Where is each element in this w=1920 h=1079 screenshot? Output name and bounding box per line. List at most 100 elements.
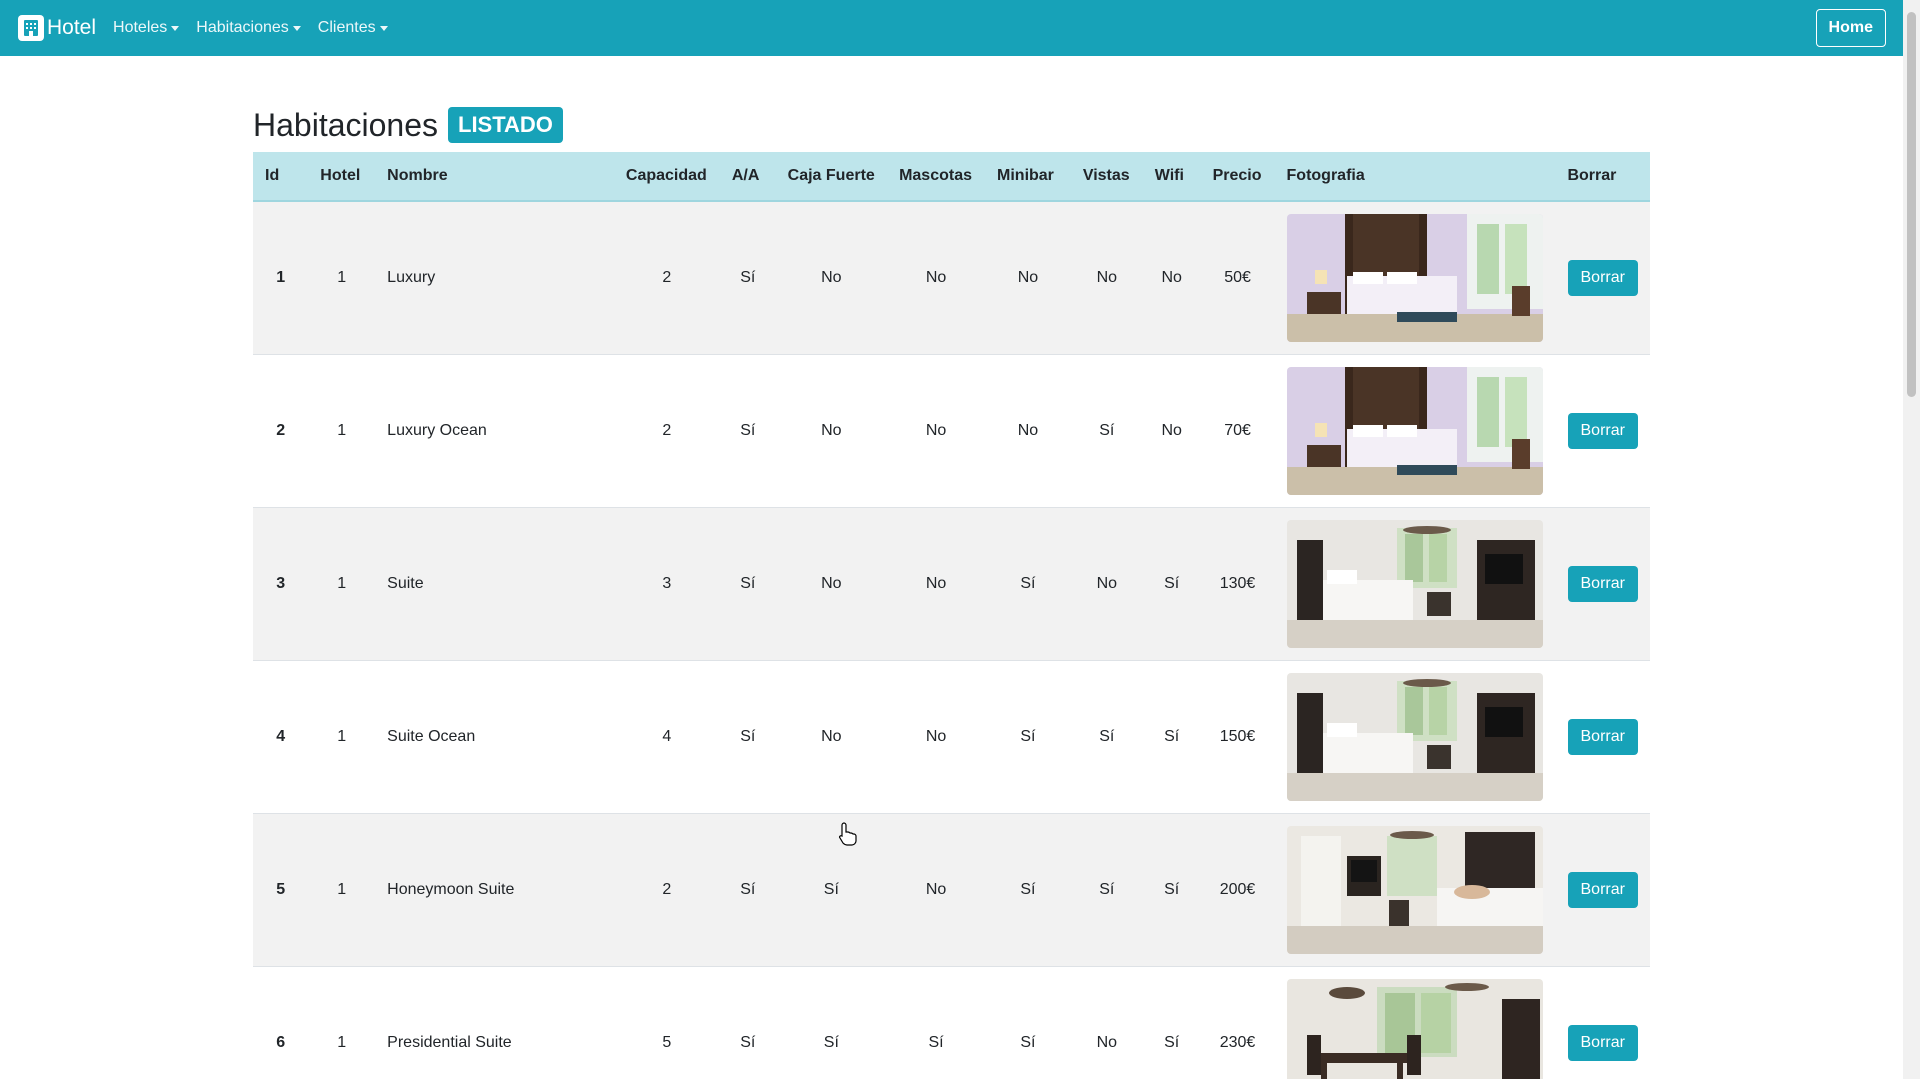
cell-caja-fuerte: No [821, 421, 842, 439]
scrollbar-thumb[interactable] [1907, 12, 1916, 397]
cell-vistas: No [1096, 1033, 1118, 1051]
page-header: Habitaciones LISTADO [253, 105, 1650, 145]
cell-id: 6 [276, 1033, 286, 1051]
borrar-button[interactable]: Borrar [1567, 1024, 1638, 1061]
top-navbar: Hotel Hoteles Habitaciones Clientes Home [0, 0, 1903, 56]
hotel-logo-icon [18, 15, 44, 41]
col-header-capacidad: Capacidad [613, 152, 720, 202]
cell-borrar: Borrar [1555, 354, 1650, 507]
borrar-button[interactable]: Borrar [1567, 718, 1638, 755]
cell-nombre: Suite Ocean [387, 727, 476, 745]
cell-aa: Sí [740, 727, 756, 745]
cell-minibar: Sí [1020, 574, 1036, 592]
cell-precio: 70€ [1224, 421, 1251, 439]
cell-id: 5 [276, 880, 286, 898]
nav-menu-habitaciones[interactable]: Habitaciones [196, 19, 301, 37]
caret-down-icon [171, 25, 180, 31]
nav-menu-clientes[interactable]: Clientes [318, 19, 388, 37]
cell-borrar: Borrar [1555, 660, 1650, 813]
room-photo [1286, 825, 1544, 954]
cell-hotel: 1 [337, 574, 347, 592]
borrar-button[interactable]: Borrar [1567, 871, 1638, 908]
cell-mascotas: No [925, 574, 947, 592]
home-button[interactable]: Home [1815, 9, 1886, 47]
cell-capacidad: 2 [662, 421, 672, 439]
hand-cursor-icon [838, 822, 858, 851]
cell-nombre: Suite [387, 574, 424, 592]
cell-mascotas: Sí [928, 1033, 944, 1051]
cell-hotel: 1 [337, 880, 347, 898]
col-header-hotel: Hotel [308, 152, 376, 202]
cell-caja-fuerte: No [821, 574, 842, 592]
cell-aa: Sí [740, 421, 756, 439]
cell-nombre: Presidential Suite [387, 1033, 512, 1051]
cell-capacidad: 3 [662, 574, 672, 592]
room-photo [1286, 213, 1544, 342]
rooms-table: Id Hotel Nombre Capacidad A/A Caja Fuert… [253, 152, 1650, 1079]
cell-aa: Sí [740, 268, 756, 286]
cell-precio: 230€ [1219, 1033, 1256, 1051]
cell-caja-fuerte: No [821, 268, 842, 286]
cell-wifi: Sí [1164, 880, 1180, 898]
col-header-caja-fuerte: Caja Fuerte [775, 152, 888, 202]
cell-mascotas: No [925, 421, 947, 439]
cell-fotografia [1275, 813, 1556, 966]
borrar-button[interactable]: Borrar [1567, 259, 1638, 296]
cell-precio: 50€ [1224, 268, 1251, 286]
cell-id: 2 [276, 421, 286, 439]
col-header-nombre: Nombre [375, 152, 614, 202]
cell-mascotas: No [925, 880, 947, 898]
cell-precio: 200€ [1219, 880, 1256, 898]
cell-hotel: 1 [337, 727, 347, 745]
cell-capacidad: 2 [662, 268, 672, 286]
cell-nombre: Luxury [387, 268, 436, 286]
table-row: 2 1 Luxury Ocean 2 Sí No No No Sí No 70€ Borrar [253, 354, 1650, 507]
cell-fotografia [1275, 660, 1556, 813]
table-row: 6 1 Presidential Suite 5 Sí Sí Sí Sí No Sí 230€ Bor… [253, 966, 1650, 1079]
room-photo [1286, 519, 1544, 648]
col-header-precio: Precio [1200, 152, 1275, 202]
cell-wifi: No [1161, 268, 1182, 286]
cell-aa: Sí [740, 1033, 756, 1051]
cell-vistas: No [1096, 574, 1118, 592]
page-scrollbar[interactable] [1903, 0, 1920, 1079]
cell-hotel: 1 [337, 1033, 347, 1051]
cell-fotografia [1275, 354, 1556, 507]
table-header-row: Id Hotel Nombre Capacidad A/A Caja Fuert… [253, 152, 1650, 202]
cell-vistas: Sí [1099, 880, 1115, 898]
caret-down-icon [292, 25, 301, 31]
cell-borrar: Borrar [1555, 966, 1650, 1079]
cell-caja-fuerte: No [821, 727, 842, 745]
cell-precio: 130€ [1219, 574, 1256, 592]
cell-borrar: Borrar [1555, 507, 1650, 660]
borrar-button[interactable]: Borrar [1567, 565, 1638, 602]
cell-wifi: No [1161, 421, 1182, 439]
cell-vistas: No [1096, 268, 1118, 286]
cell-minibar: No [1017, 268, 1039, 286]
cell-aa: Sí [740, 574, 756, 592]
table-row: 1 1 Luxury 2 Sí No No No No No 50€ Borrar [253, 201, 1650, 354]
cell-caja-fuerte: Sí [823, 1033, 839, 1051]
col-header-wifi: Wifi [1142, 152, 1201, 202]
cell-fotografia [1275, 507, 1556, 660]
brand-label: Hotel [47, 16, 97, 39]
nav-menu-hoteles[interactable]: Hoteles [113, 19, 180, 37]
cell-nombre: Luxury Ocean [387, 421, 487, 439]
cell-id: 3 [276, 574, 286, 592]
caret-down-icon [379, 25, 388, 31]
cell-id: 4 [276, 727, 286, 745]
nav-menu-label: Habitaciones [196, 19, 289, 36]
listado-badge: LISTADO [448, 107, 563, 143]
brand-link[interactable]: Hotel [18, 15, 96, 41]
cell-borrar: Borrar [1555, 813, 1650, 966]
cell-capacidad: 4 [662, 727, 672, 745]
borrar-button[interactable]: Borrar [1567, 412, 1638, 449]
cell-wifi: Sí [1164, 727, 1180, 745]
col-header-minibar: Minibar [985, 152, 1071, 202]
cell-wifi: Sí [1164, 574, 1180, 592]
cell-hotel: 1 [337, 268, 347, 286]
col-header-vistas: Vistas [1070, 152, 1143, 202]
table-row: 5 1 Honeymoon Suite 2 Sí Sí No Sí Sí Sí 200€ Borrar [253, 813, 1650, 966]
cell-id: 1 [276, 268, 286, 286]
cell-nombre: Honeymoon Suite [387, 880, 515, 898]
